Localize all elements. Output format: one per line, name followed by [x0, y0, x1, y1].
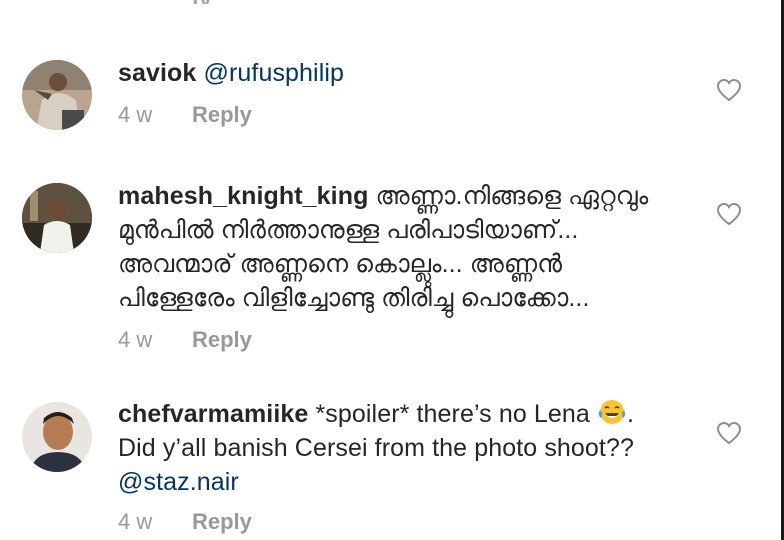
comment-mention[interactable]: @rufusphilip — [203, 59, 344, 87]
comment-username[interactable]: chefvarmamiike — [118, 400, 308, 428]
comment-text-line: മുൻപിൽ നിർത്താനുള്ള പരിപാടിയാണ്... — [118, 216, 579, 244]
comment-text-line: Did y’all banish Cersei from the photo s… — [118, 434, 634, 462]
previous-reply-fragment: ly — [192, 0, 252, 4]
avatar-image-chefvarmamiike — [22, 402, 92, 472]
avatar[interactable] — [22, 402, 92, 472]
comment-meta: 4 w Reply — [118, 100, 711, 130]
comment-body: chefvarmamiike *spoiler* there’s no Lena… — [118, 397, 711, 537]
heart-outline-icon[interactable] — [716, 78, 742, 102]
comment-text-line: അണ്ണാ.നിങ്ങളെ ഏറ്റവും — [375, 182, 649, 210]
avatar-image-mahesh — [22, 183, 92, 253]
comment-text-line: അവന്മാര് അണ്ണനെ കൊല്ലും... അണ്ണൻ — [118, 250, 563, 278]
comment-text-line: പിള്ളേരേം വിളിച്ചോണ്ടു തിരിച്ചു പൊക്കോ..… — [118, 284, 590, 312]
comment-text-segment: . — [626, 400, 634, 428]
comment-body: saviok @rufusphilip 4 w Reply — [118, 56, 711, 130]
comment-timestamp: 4 w — [118, 102, 153, 127]
comments-page: ly saviok @rufusphilip 4 w Reply — [0, 0, 784, 540]
comment-mention[interactable]: @staz.nair — [118, 468, 239, 496]
comment-text: mahesh_knight_king അണ്ണാ.നിങ്ങളെ ഏറ്റവും… — [118, 179, 711, 315]
comment-username[interactable]: saviok — [118, 59, 196, 87]
comment-meta: 4 w Reply — [118, 325, 711, 355]
heart-outline-icon[interactable] — [716, 421, 742, 445]
avatar[interactable] — [22, 183, 92, 253]
avatar[interactable] — [22, 60, 92, 130]
comment-body: mahesh_knight_king അണ്ണാ.നിങ്ങളെ ഏറ്റവും… — [118, 179, 711, 355]
previous-reply-text: ly — [192, 0, 212, 4]
comment-timestamp: 4 w — [118, 327, 153, 352]
comment-text: chefvarmamiike *spoiler* there’s no Lena… — [118, 397, 711, 499]
comment-username[interactable]: mahesh_knight_king — [118, 182, 368, 210]
reply-button[interactable]: Reply — [192, 509, 252, 534]
comment-meta: 4 w Reply — [118, 507, 711, 537]
comment-text-segment: *spoiler* there’s no Lena — [315, 400, 590, 428]
reply-button[interactable]: Reply — [192, 327, 252, 352]
heart-outline-icon[interactable] — [716, 202, 742, 226]
face-with-tears-of-joy-icon — [598, 400, 626, 424]
reply-button[interactable]: Reply — [192, 102, 252, 127]
comment-timestamp: 4 w — [118, 509, 153, 534]
avatar-image-saviok — [22, 60, 92, 130]
comment-text: saviok @rufusphilip — [118, 56, 711, 90]
